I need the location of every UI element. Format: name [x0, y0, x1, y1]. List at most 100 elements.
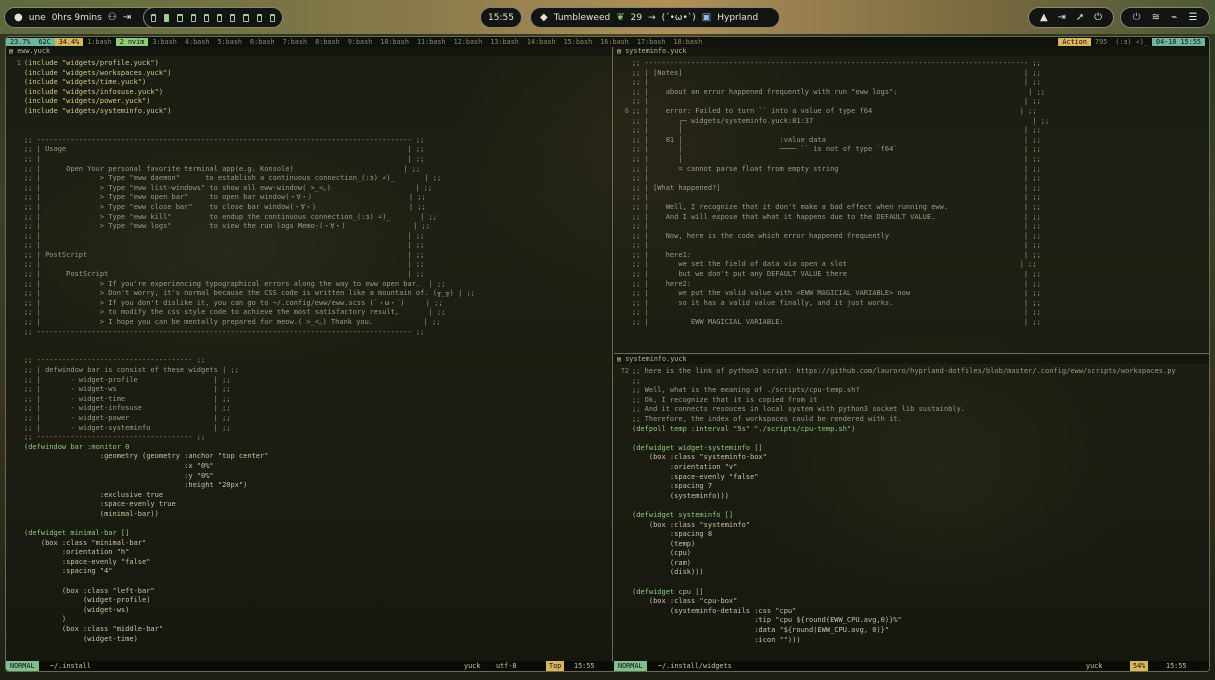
code-line[interactable]: (cpu) — [614, 549, 1176, 559]
code-line[interactable] — [614, 501, 1176, 511]
code-line[interactable]: ;; -------------------------------------… — [614, 59, 1049, 69]
code-line[interactable]: ;; | Usage | ;; — [6, 145, 475, 155]
code-line[interactable]: :space-evenly "false" — [614, 473, 1176, 483]
code-line[interactable]: :data "${round(EWW_CPU.avg, 0)}" — [614, 626, 1176, 636]
exit-icon[interactable]: ⇥ — [1058, 12, 1066, 23]
code-line[interactable]: ;; | - widget-power | ;; — [6, 414, 475, 424]
code-line[interactable]: (widget-profile) — [6, 596, 475, 606]
code-line[interactable]: (disk))) — [614, 568, 1176, 578]
code-line[interactable]: ;; | > If you're experiencing typographi… — [6, 280, 475, 290]
tmux-tab-15[interactable]: 15:bash — [560, 38, 597, 46]
code-line[interactable]: ;; | > Type "eww list-windows" to show a… — [6, 184, 475, 194]
terminal-window[interactable]: 23.7% 62C 34.4% 1:bash 2 nvim 3:bash 4:b… — [5, 36, 1210, 672]
code-line[interactable]: ;; Well, what is the meaning of ./script… — [614, 386, 1176, 396]
code-line[interactable]: ;; Therefore, the index of workspaces co… — [614, 415, 1176, 425]
code-line[interactable]: (temp) — [614, 540, 1176, 550]
code-line[interactable] — [6, 126, 475, 136]
code-line[interactable]: ;; | we put the valid value with <EWW MA… — [614, 289, 1049, 299]
workspace-8-icon[interactable] — [243, 13, 249, 22]
code-line[interactable]: ;; | | ;; — [6, 260, 475, 270]
tmux-tab-2[interactable]: 2 nvim — [115, 38, 149, 46]
tmux-tab-13[interactable]: 13:bash — [486, 38, 523, 46]
right-top-code-area[interactable]: ;; -------------------------------------… — [614, 59, 1049, 328]
workspace-10-icon[interactable] — [269, 13, 276, 22]
code-line[interactable]: :orientation "v" — [614, 463, 1176, 473]
code-line[interactable] — [6, 337, 475, 347]
code-line[interactable]: (defwidget widget-systeminfo [] — [614, 444, 1176, 454]
code-line[interactable]: ;; | | ;; — [6, 241, 475, 251]
code-line[interactable]: (box :class "left-bar" — [6, 587, 475, 597]
code-line[interactable]: ;; | [What happened?] | ;; — [614, 184, 1049, 194]
logout-icon[interactable]: ⇥ — [123, 12, 131, 23]
workspace-1-icon[interactable] — [151, 13, 157, 22]
code-line[interactable]: ;; | > Type "eww close bar" to close bar… — [6, 203, 475, 213]
code-line[interactable]: ;; | - widget-time | ;; — [6, 395, 475, 405]
code-line[interactable]: ;; | defwindow bar is consist of these w… — [6, 366, 475, 376]
code-line[interactable]: (widget-time) — [6, 635, 475, 645]
tmux-tab-8[interactable]: 8:bash — [311, 38, 344, 46]
tmux-tab-10[interactable]: 10:bash — [376, 38, 413, 46]
code-line[interactable]: ;; -------------------------------------… — [6, 328, 475, 338]
network-icon[interactable]: ⏻ — [1133, 12, 1141, 23]
code-line[interactable]: (include "widgets/systeminfo.yuck") — [6, 107, 475, 117]
tmux-tab-7[interactable]: 7:bash — [279, 38, 312, 46]
code-line[interactable]: ;; | | ;; — [614, 222, 1049, 232]
code-line[interactable]: ;; | [Notes] | ;; — [614, 69, 1049, 79]
code-line[interactable]: ;; | > Type "eww open bar" to open bar w… — [6, 193, 475, 203]
code-line[interactable]: (box :class "minimal-bar" — [6, 539, 475, 549]
workspace-5-icon[interactable] — [203, 13, 210, 22]
code-line[interactable]: ;; | Now, here is the code which error h… — [614, 232, 1049, 242]
code-line[interactable]: (include "widgets/workspaces.yuck") — [6, 69, 475, 79]
code-line[interactable]: :spacing 8 — [614, 530, 1176, 540]
code-line[interactable]: (include "widgets/power.yuck") — [6, 97, 475, 107]
code-line[interactable]: (box :class "systeminfo-box" — [614, 453, 1176, 463]
code-line[interactable]: ;; | - widget-systeminfo | ;; — [6, 424, 475, 434]
code-line[interactable]: ;; | PostScript | ;; — [6, 270, 475, 280]
user-avatar-icon[interactable]: ● — [14, 12, 23, 23]
people-icon[interactable]: ⚇ — [108, 12, 117, 23]
code-line[interactable]: ;; | - widget-profile | ;; — [6, 376, 475, 386]
code-line[interactable]: ;; | EWW MAGICIAL VARIABLE: | ;; — [614, 318, 1049, 328]
lock-icon[interactable]: ▲ — [1040, 12, 1048, 23]
tmux-tab-14[interactable]: 14:bash — [523, 38, 560, 46]
code-line[interactable] — [6, 117, 475, 127]
code-line[interactable]: (defwidget systeminfo [] — [614, 511, 1176, 521]
code-line[interactable]: ;; | Well, I recognize that it don't mak… — [614, 203, 1049, 213]
code-line[interactable]: ;; | > Don't worry, it's normal because … — [6, 289, 475, 299]
code-line[interactable]: ;; | ┌─ widgets/systeminfo.yuck:81:37 | … — [614, 117, 1049, 127]
code-line[interactable]: 6;; | error: Failed to turn `` into a va… — [614, 107, 1049, 117]
wifi-icon[interactable]: ≋ — [1152, 12, 1160, 23]
code-line[interactable]: :space-evenly true — [6, 500, 475, 510]
power-icon[interactable]: ⏻ — [1094, 12, 1102, 23]
code-line[interactable]: :spacing 7 — [614, 482, 1176, 492]
code-line[interactable]: :icon ""))) — [614, 636, 1176, 646]
right-bottom-editor-pane[interactable]: ▤ systeminfo.yuck 72;; here is the link … — [614, 355, 1209, 663]
workspace-7-icon[interactable] — [230, 13, 236, 22]
code-line[interactable]: ;; | we set the field of data via open a… — [614, 260, 1049, 270]
code-line[interactable]: ;; | = cannot parse float from empty str… — [614, 165, 1049, 175]
code-line[interactable]: :space-evenly "false" — [6, 558, 475, 568]
workspace-3-icon[interactable] — [177, 13, 183, 22]
code-line[interactable]: ;; | │ | ;; — [614, 126, 1049, 136]
code-line[interactable]: 72;; here is the link of python3 script:… — [614, 367, 1176, 377]
code-line[interactable]: ;; | > to modify the css style code to a… — [6, 308, 475, 318]
code-line[interactable] — [6, 520, 475, 530]
code-line[interactable]: ;; And it connects resouces in local sys… — [614, 405, 1176, 415]
code-line[interactable]: (include "widgets/time.yuck") — [6, 78, 475, 88]
code-line[interactable]: ;; | | ;; — [614, 308, 1049, 318]
code-line[interactable]: ;; | │ ──── `` is not of type `f64` | ;; — [614, 145, 1049, 155]
code-line[interactable]: ;; | | ;; — [614, 193, 1049, 203]
code-line[interactable]: (box :class "middle-bar" — [6, 625, 475, 635]
terminal-icon[interactable]: ⌁ — [1171, 12, 1177, 23]
code-line[interactable]: (minimal-bar)) — [6, 510, 475, 520]
code-line[interactable]: ;; | > Type "eww kill" to endup the cont… — [6, 213, 475, 223]
code-line[interactable]: ) — [6, 615, 475, 625]
code-line[interactable]: (defwidget cpu [] — [614, 588, 1176, 598]
tmux-tab-9[interactable]: 9:bash — [344, 38, 377, 46]
code-line[interactable]: ;; | | ;; — [6, 155, 475, 165]
code-line[interactable]: ;; | - widget-infosuse | ;; — [6, 404, 475, 414]
code-line[interactable]: ;; | so it has a valid value finally, an… — [614, 299, 1049, 309]
tmux-tab-16[interactable]: 16:bash — [596, 38, 633, 46]
tmux-tab-1[interactable]: 1:bash — [83, 38, 116, 46]
code-line[interactable]: ;; | | ;; — [614, 241, 1049, 251]
